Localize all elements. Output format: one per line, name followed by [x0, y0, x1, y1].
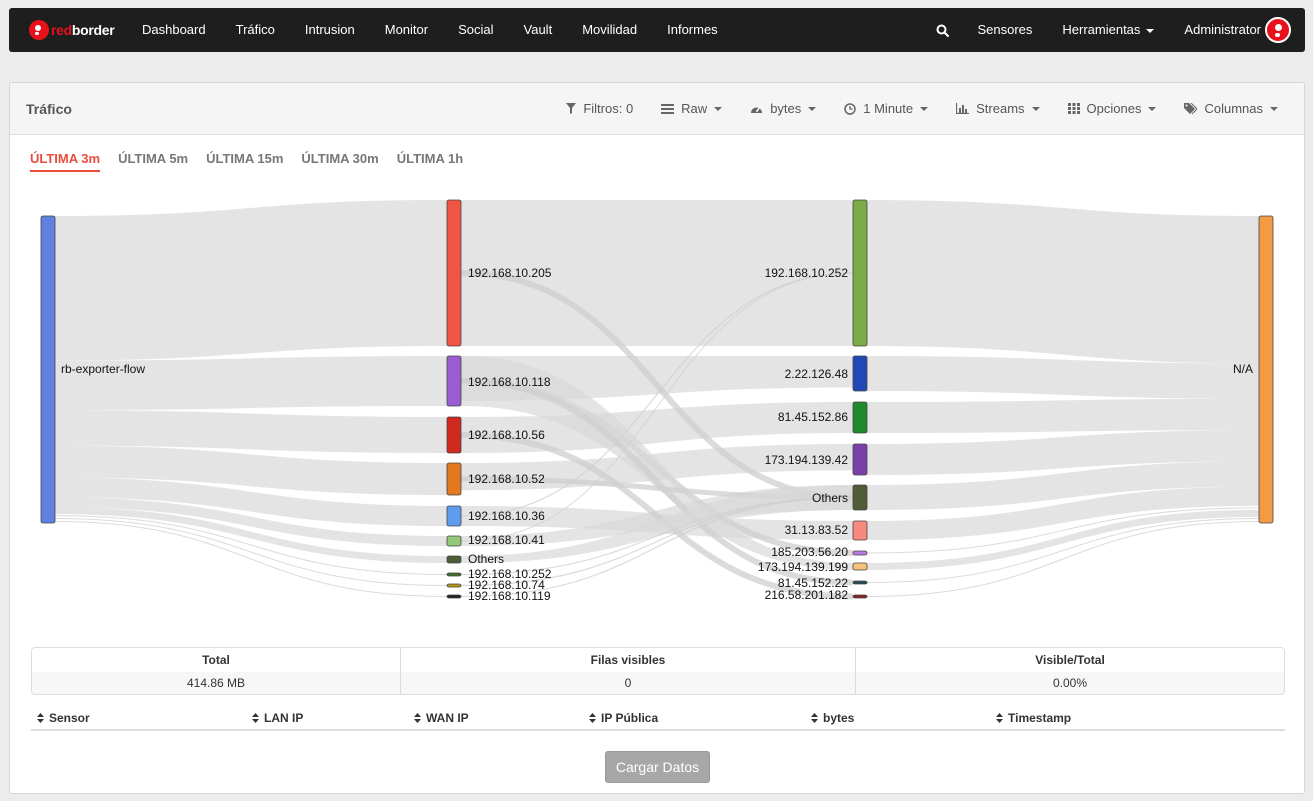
sankey-label-target: N/A	[1233, 362, 1253, 376]
nav-movilidad[interactable]: Movilidad	[567, 8, 652, 52]
sankey-label-wan: 192.168.10.252	[765, 266, 849, 280]
sort-icon	[996, 713, 1003, 723]
brand-logo[interactable]: redborder	[29, 20, 127, 40]
column-ip-publica[interactable]: IP Pública	[589, 711, 658, 725]
sankey-node-lan[interactable]	[446, 583, 462, 588]
herramientas-label: Herramientas	[1062, 22, 1141, 37]
sankey-node-lan[interactable]	[446, 416, 462, 454]
sankey-node-lan[interactable]	[446, 555, 462, 564]
column-sensor[interactable]: Sensor	[37, 711, 90, 725]
sankey-node-lan[interactable]	[446, 462, 462, 496]
column-lan-ip-label: LAN IP	[264, 711, 304, 725]
traffic-panel: Tráfico Filtros: 0 Raw bytes 1 Minute St…	[9, 82, 1305, 794]
sankey-node-lan[interactable]	[446, 572, 462, 577]
column-wan-ip[interactable]: WAN IP	[414, 711, 469, 725]
summary-rows: Filas visibles 0	[401, 648, 856, 694]
chevron-down-icon	[1146, 28, 1155, 33]
sankey-link[interactable]	[55, 200, 447, 361]
sankey-label-wan: 185.203.56.20	[771, 545, 848, 559]
nav-monitor[interactable]: Monitor	[370, 8, 443, 52]
nav-sensores[interactable]: Sensores	[962, 8, 1047, 52]
sankey-label-lan: 192.168.10.119	[468, 589, 551, 603]
sankey-node-lan[interactable]	[446, 505, 462, 527]
brand-part1: red	[51, 22, 72, 38]
top-navbar: redborder Dashboard Tráfico Intrusion Mo…	[9, 8, 1305, 52]
column-timestamp[interactable]: Timestamp	[996, 711, 1071, 725]
logo-icon	[29, 20, 49, 40]
sankey-label-lan: Others	[468, 552, 504, 566]
sankey-node-lan[interactable]	[446, 594, 462, 599]
sankey-node-lan[interactable]	[446, 199, 462, 347]
sankey-node-wan[interactable]	[852, 401, 868, 434]
summary-rows-value: 0	[401, 672, 855, 694]
sankey-label-wan: 81.45.152.86	[778, 410, 848, 424]
sankey-node-wan[interactable]	[852, 562, 868, 571]
sankey-node-lan[interactable]	[446, 355, 462, 407]
nav-dashboard[interactable]: Dashboard	[127, 8, 221, 52]
sankey-link[interactable]	[867, 398, 1259, 433]
sankey-node-lan[interactable]	[446, 535, 462, 547]
column-bytes[interactable]: bytes	[811, 711, 854, 725]
summary-total-label: Total	[32, 648, 400, 672]
nav-vault[interactable]: Vault	[509, 8, 568, 52]
sankey-link[interactable]	[867, 200, 1259, 364]
sankey-node-target[interactable]	[1258, 215, 1274, 524]
sankey-label-wan: 173.194.139.199	[758, 560, 848, 574]
sankey-diagram: rb-exporter-flow 192.168.10.205 192.168.10…	[40, 199, 1274, 603]
sankey-node-wan[interactable]	[852, 443, 868, 476]
column-sensor-label: Sensor	[49, 711, 90, 725]
sankey-link[interactable]	[54, 518, 448, 586]
column-timestamp-label: Timestamp	[1008, 711, 1072, 725]
sankey-node-wan[interactable]	[852, 355, 868, 392]
avatar[interactable]	[1265, 17, 1291, 43]
sort-icon	[37, 713, 44, 723]
sankey-label-lan: 192.168.10.118	[468, 375, 551, 389]
sort-icon	[252, 713, 259, 723]
summary-ratio-value: 0.00%	[856, 672, 1284, 694]
sankey-label-lan: 192.168.10.56	[468, 428, 545, 442]
sankey-label-wan: 216.58.201.182	[765, 588, 849, 602]
column-lan-ip[interactable]: LAN IP	[252, 711, 303, 725]
column-bytes-label: bytes	[823, 711, 855, 725]
nav-intrusion[interactable]: Intrusion	[290, 8, 370, 52]
nav-herramientas[interactable]: Herramientas	[1047, 8, 1169, 52]
summary-table: Total 414.86 MB Filas visibles 0 Visible…	[31, 647, 1285, 695]
sankey-label-lan: 192.168.10.41	[468, 533, 545, 547]
sort-icon	[811, 713, 818, 723]
sankey-label-source: rb-exporter-flow	[61, 362, 145, 376]
sankey-label-wan: 2.22.126.48	[785, 367, 849, 381]
sankey-label-wan: 173.194.139.42	[765, 453, 849, 467]
summary-total: Total 414.86 MB	[32, 648, 401, 694]
sankey-label-lan: 192.168.10.205	[468, 266, 552, 280]
summary-rows-label: Filas visibles	[401, 648, 855, 672]
load-data-button[interactable]: Cargar Datos	[605, 751, 710, 783]
summary-ratio: Visible/Total 0.00%	[856, 648, 1284, 694]
column-ip-publica-label: IP Pública	[601, 711, 659, 725]
sankey-label-wan: 31.13.83.52	[785, 523, 849, 537]
sankey-label-wan: Others	[812, 491, 848, 505]
nav-user[interactable]: Administrator	[1169, 8, 1261, 52]
summary-total-value: 414.86 MB	[32, 672, 400, 694]
data-table-header: Sensor LAN IP WAN IP IP Pública bytes Ti…	[31, 707, 1285, 731]
sankey-node-source[interactable]	[40, 215, 56, 524]
sankey-label-lan: 192.168.10.52	[468, 472, 545, 486]
sankey-node-wan[interactable]	[852, 520, 868, 541]
nav-trafico[interactable]: Tráfico	[221, 8, 290, 52]
sankey-node-wan[interactable]	[852, 550, 868, 556]
sankey-node-wan[interactable]	[852, 580, 868, 585]
search-icon[interactable]	[922, 8, 962, 52]
sankey-node-wan[interactable]	[852, 594, 868, 599]
sort-icon	[589, 713, 596, 723]
nav-social[interactable]: Social	[443, 8, 508, 52]
brand-part2: border	[71, 22, 115, 38]
sankey-node-wan[interactable]	[852, 484, 868, 511]
sort-icon	[414, 713, 421, 723]
summary-ratio-label: Visible/Total	[856, 648, 1284, 672]
nav-informes[interactable]: Informes	[652, 8, 733, 52]
sankey-node-wan[interactable]	[852, 199, 868, 347]
column-wan-ip-label: WAN IP	[426, 711, 469, 725]
sankey-label-lan: 192.168.10.36	[468, 509, 545, 523]
